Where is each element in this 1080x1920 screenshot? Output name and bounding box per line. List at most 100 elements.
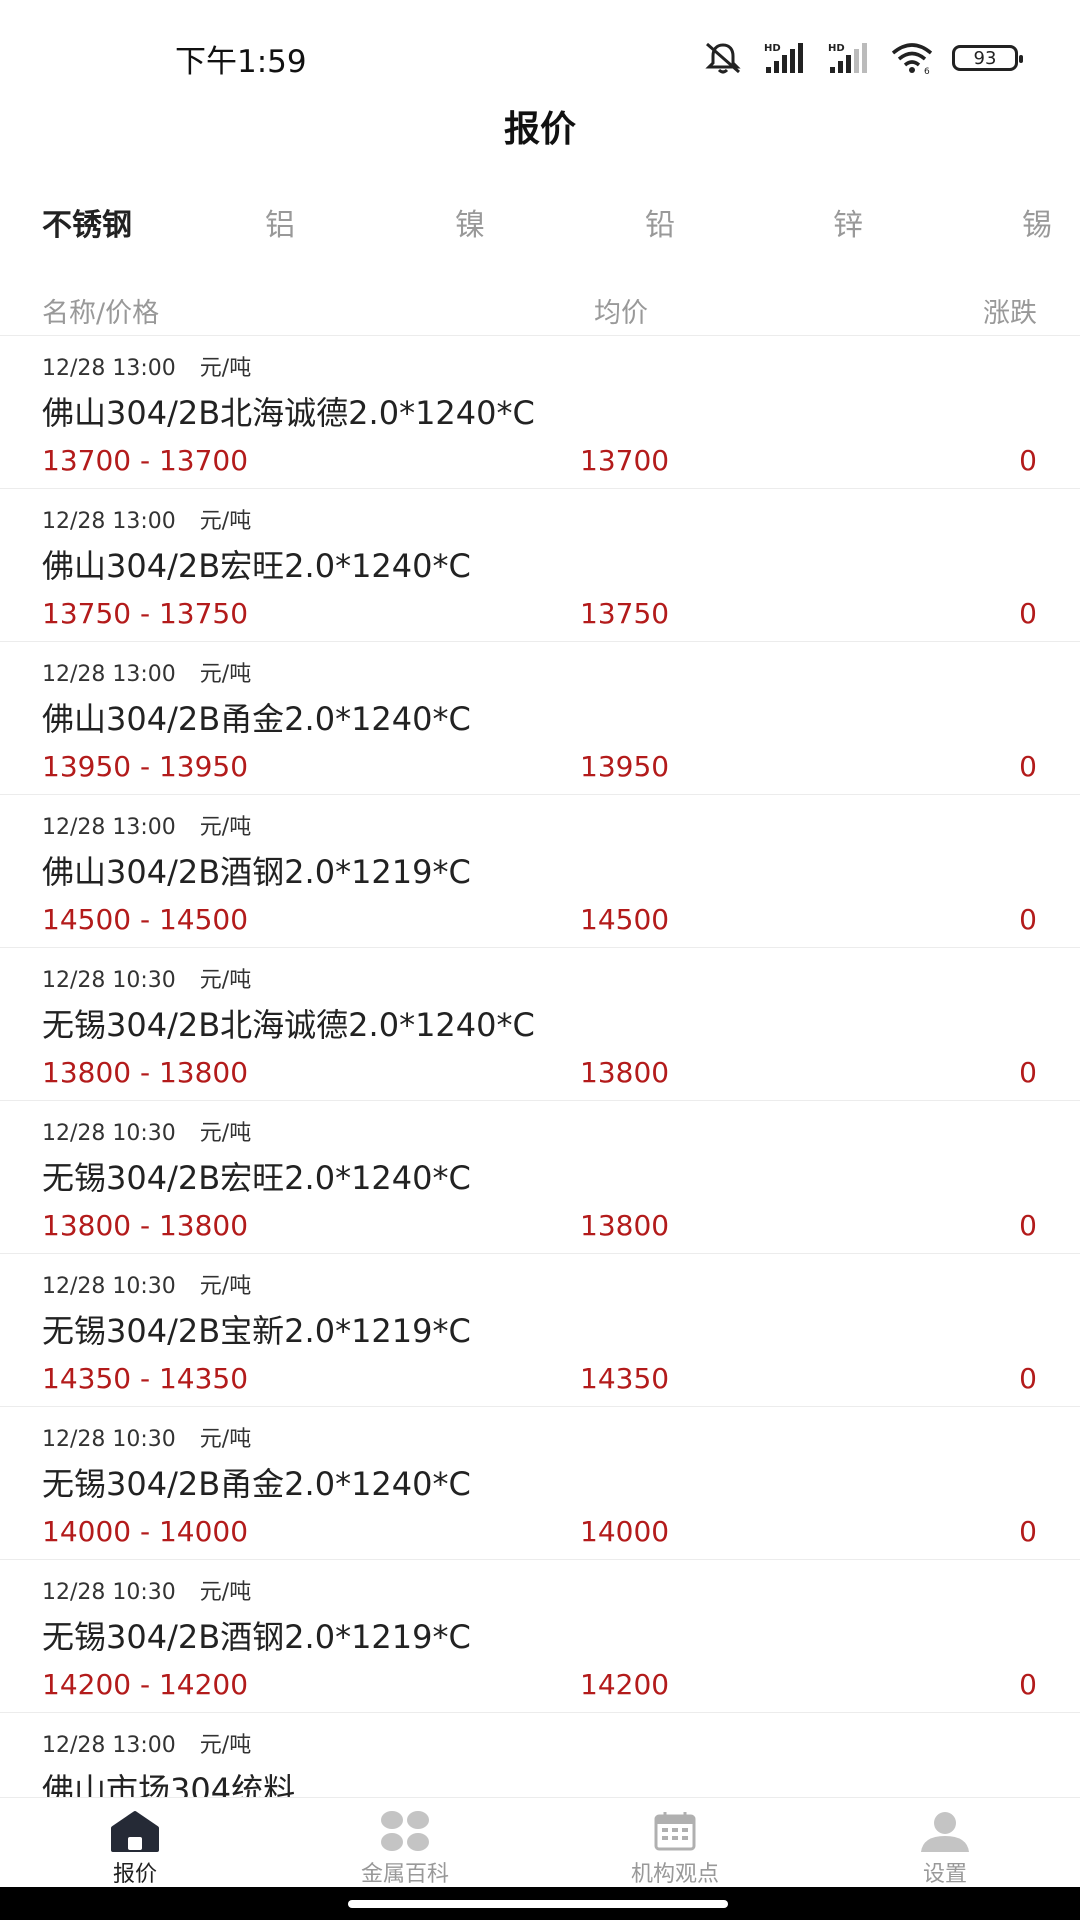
- item-unit: 元/吨: [199, 1580, 252, 1605]
- item-average-price: 13800: [580, 1209, 670, 1242]
- item-change: 0: [1019, 1515, 1037, 1548]
- list-item[interactable]: 12/28 13:00 元/吨佛山市场304统料: [0, 1712, 1080, 1797]
- item-unit: 元/吨: [199, 662, 252, 687]
- battery-icon: 93: [952, 45, 1023, 71]
- status-icons: HD HD 6 93: [702, 38, 1023, 78]
- list-item[interactable]: 12/28 10:30 元/吨无锡304/2B宏旺2.0*1240*C 13800 …: [0, 1100, 1080, 1253]
- nav-item-settings[interactable]: 设置: [810, 1798, 1080, 1888]
- column-header-change: 涨跌: [983, 298, 1037, 329]
- mute-icon: [702, 41, 744, 75]
- item-change: 0: [1019, 1209, 1037, 1242]
- item-average-price: 14200: [580, 1668, 670, 1701]
- tab-stainless-steel[interactable]: 不锈钢: [42, 200, 132, 244]
- item-name: 佛山304/2B宏旺2.0*1240*C: [42, 547, 471, 585]
- item-unit: 元/吨: [199, 968, 252, 993]
- wifi-icon: 6: [890, 41, 934, 75]
- item-average-price: 13800: [580, 1056, 670, 1089]
- item-time: 12/28 10:30: [42, 1274, 176, 1299]
- bottom-nav: 报价 金属百科 机构观点 设置: [0, 1797, 1080, 1887]
- item-time: 12/28 10:30: [42, 1427, 176, 1452]
- page-title: 报价: [503, 109, 576, 150]
- item-time: 12/28 13:00: [42, 509, 176, 534]
- column-header-name-price: 名称/价格: [42, 298, 160, 329]
- nav-label-institution-views: 机构观点: [630, 1862, 719, 1887]
- item-change: 0: [1019, 750, 1037, 783]
- tab-zinc[interactable]: 锌: [833, 200, 863, 244]
- item-name: 无锡304/2B酒钢2.0*1219*C: [42, 1618, 471, 1656]
- item-name: 无锡304/2B北海诚德2.0*1240*C: [42, 1006, 535, 1044]
- item-price-range: 14200 - 14200: [42, 1668, 249, 1701]
- quote-list[interactable]: 12/28 13:00 元/吨 佛山304/2B北海诚德2.0*1240*C 1370…: [0, 335, 1080, 1797]
- item-unit: 元/吨: [199, 1121, 252, 1146]
- svg-text:HD: HD: [764, 43, 781, 54]
- list-item[interactable]: 12/28 13:00 元/吨佛山304/2B北海诚德2.0*1240*C 1370…: [0, 335, 1080, 488]
- item-average-price: 13750: [580, 597, 670, 630]
- status-bar: 下午1:59 HD HD 6 93: [0, 0, 1080, 100]
- item-name: 无锡304/2B甬金2.0*1240*C: [42, 1465, 471, 1503]
- item-change: 0: [1019, 1362, 1037, 1395]
- tab-lead[interactable]: 铅: [645, 200, 675, 244]
- calendar-icon: [653, 1808, 697, 1854]
- list-item[interactable]: 12/28 10:30 元/吨无锡304/2B甬金2.0*1240*C 14000 …: [0, 1406, 1080, 1559]
- item-average-price: 14350: [580, 1362, 670, 1395]
- tab-nickel[interactable]: 镍: [455, 200, 485, 244]
- item-price-range: 13800 - 13800: [42, 1209, 249, 1242]
- home-gesture-handle[interactable]: [348, 1900, 728, 1908]
- signal-hd-icon: HD: [762, 41, 808, 75]
- nav-label-settings: 设置: [922, 1862, 967, 1887]
- item-meta: 12/28 13:00 元/吨: [42, 350, 251, 382]
- list-item[interactable]: 12/28 10:30 元/吨无锡304/2B北海诚德2.0*1240*C 1380…: [0, 947, 1080, 1100]
- status-time: 下午1:59: [175, 44, 307, 80]
- item-meta: 12/28 13:00 元/吨: [42, 1727, 251, 1759]
- item-price-range: 13750 - 13750: [42, 597, 249, 630]
- item-meta: 12/28 10:30 元/吨: [42, 962, 251, 994]
- item-meta: 12/28 10:30 元/吨: [42, 1574, 251, 1606]
- item-change: 0: [1019, 1056, 1037, 1089]
- item-unit: 元/吨: [199, 509, 252, 534]
- item-meta: 12/28 10:30 元/吨: [42, 1421, 251, 1453]
- item-price-range: 13800 - 13800: [42, 1056, 249, 1089]
- item-name: 佛山304/2B北海诚德2.0*1240*C: [42, 394, 535, 432]
- list-item[interactable]: 12/28 10:30 元/吨无锡304/2B酒钢2.0*1219*C 14200 …: [0, 1559, 1080, 1712]
- item-change: 0: [1019, 1668, 1037, 1701]
- item-time: 12/28 13:00: [42, 1733, 176, 1758]
- category-tabs: 不锈钢 铝 镍 铅 锌 锡: [0, 200, 1080, 260]
- item-price-range: 13700 - 13700: [42, 444, 249, 477]
- svg-text:6: 6: [924, 67, 930, 75]
- list-item[interactable]: 12/28 13:00 元/吨 佛山304/2B酒钢2.0*1219*C 14500 …: [0, 794, 1080, 947]
- nav-label-quotes: 报价: [112, 1862, 157, 1887]
- item-unit: 元/吨: [199, 1733, 252, 1758]
- list-item[interactable]: 12/28 13:00 元/吨佛山304/2B甬金2.0*1240*C 13950 …: [0, 641, 1080, 794]
- item-name: 无锡304/2B宝新2.0*1219*C: [42, 1312, 471, 1350]
- item-price-range: 13950 - 13950: [42, 750, 249, 783]
- item-name: 无锡304/2B宏旺2.0*1240*C: [42, 1159, 471, 1197]
- item-meta: 12/28 10:30 元/吨: [42, 1115, 251, 1147]
- item-average-price: 14500: [580, 903, 670, 936]
- tab-aluminum[interactable]: 铝: [265, 200, 295, 244]
- item-change: 0: [1019, 903, 1037, 936]
- gesture-bar: [0, 1887, 1080, 1920]
- tab-tin[interactable]: 锡: [1022, 200, 1052, 244]
- item-meta: 12/28 13:00 元/吨: [42, 656, 251, 688]
- item-meta: 12/28 13:00 元/吨: [42, 503, 251, 535]
- item-time: 12/28 13:00: [42, 662, 176, 687]
- nav-item-quotes[interactable]: 报价: [0, 1798, 270, 1888]
- list-item[interactable]: 12/28 13:00 元/吨佛山304/2B宏旺2.0*1240*C 13750 …: [0, 488, 1080, 641]
- item-name: 佛山市场304统料: [42, 1771, 296, 1797]
- item-average-price: 13950: [580, 750, 670, 783]
- user-icon: [919, 1808, 971, 1854]
- item-price-range: 14000 - 14000: [42, 1515, 249, 1548]
- item-name: 佛山304/2B甬金2.0*1240*C: [42, 700, 471, 738]
- svg-text:HD: HD: [828, 43, 845, 54]
- grid-icon: [378, 1808, 432, 1854]
- nav-item-institution-views[interactable]: 机构观点: [540, 1798, 810, 1888]
- item-unit: 元/吨: [199, 356, 252, 381]
- column-header-average: 均价: [594, 298, 648, 329]
- home-icon: [109, 1808, 161, 1854]
- item-time: 12/28 10:30: [42, 968, 176, 993]
- nav-item-metal-encyclopedia[interactable]: 金属百科: [270, 1798, 540, 1888]
- list-item[interactable]: 12/28 10:30 元/吨 无锡304/2B宝新2.0*1219*C 14350 …: [0, 1253, 1080, 1406]
- item-change: 0: [1019, 597, 1037, 630]
- item-meta: 12/28 13:00 元/吨: [42, 809, 251, 841]
- item-time: 12/28 10:30: [42, 1121, 176, 1146]
